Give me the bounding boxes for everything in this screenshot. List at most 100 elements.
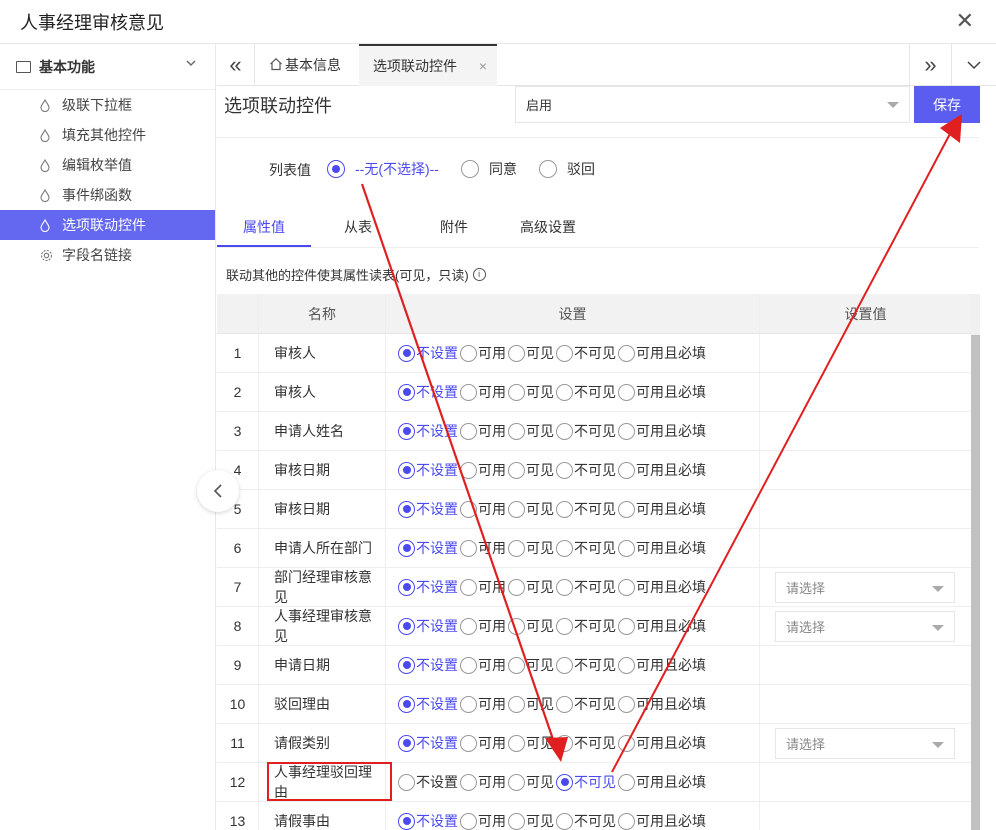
setting-radio-option[interactable]: 可用 xyxy=(460,694,508,714)
setting-radio-option[interactable]: 可用 xyxy=(460,655,508,675)
setting-radio-option[interactable]: 可用 xyxy=(460,538,508,558)
sidebar-group-basic[interactable]: 基本功能 xyxy=(0,44,215,90)
list-value-reject-radio[interactable]: 驳回 xyxy=(539,159,595,179)
setting-radio-option[interactable]: 不可见 xyxy=(556,382,618,402)
chevron-down-icon[interactable] xyxy=(185,57,197,72)
tab-close-icon[interactable]: × xyxy=(479,58,487,74)
setting-radio-option[interactable]: 可用 xyxy=(460,499,508,519)
sidebar-item[interactable]: 事件绑函数 xyxy=(0,180,215,210)
setting-radio-option[interactable]: 不可见 xyxy=(556,538,618,558)
setting-radio-option[interactable]: 可用且必填 xyxy=(618,460,708,480)
setting-radio-option[interactable]: 可用且必填 xyxy=(618,733,708,753)
subtab-advanced[interactable]: 高级设置 xyxy=(520,217,576,237)
save-button[interactable]: 保存 xyxy=(914,86,980,123)
setting-radio-option[interactable]: 不可见 xyxy=(556,421,618,441)
setting-radio-option[interactable]: 不设置 xyxy=(398,772,460,792)
setting-radio-option[interactable]: 可见 xyxy=(508,616,556,636)
linkage-table: 名称 设置 设置值 1 审核人 不设置 可用 可见 不可见 可用且必填 2 审核人 不设置 可用 可见… xyxy=(217,294,971,830)
setting-radio-option[interactable]: 可用且必填 xyxy=(618,694,708,714)
subtab-attachments[interactable]: 附件 xyxy=(440,217,468,237)
status-select[interactable]: 启用 xyxy=(515,86,910,123)
info-icon[interactable]: i xyxy=(472,268,486,281)
setting-radio-option[interactable]: 不设置 xyxy=(398,811,460,830)
setting-radio-option[interactable]: 可用且必填 xyxy=(618,577,708,597)
setting-radio-option[interactable]: 不可见 xyxy=(556,343,618,363)
tab-basic-info[interactable]: 基本信息 xyxy=(269,44,341,86)
subtab-detail-table[interactable]: 从表 xyxy=(344,217,372,237)
setting-radio-option[interactable]: 可用 xyxy=(460,811,508,830)
scroll-tabs-right-icon[interactable]: » xyxy=(909,44,951,86)
value-select[interactable]: 请选择 xyxy=(775,610,955,642)
setting-radio-option[interactable]: 不设置 xyxy=(398,538,460,558)
scroll-tabs-left-icon[interactable]: « xyxy=(217,44,255,86)
setting-radio-option[interactable]: 不可见 xyxy=(556,655,618,675)
sidebar-item[interactable]: 选项联动控件 xyxy=(0,210,215,240)
value-select[interactable]: 请选择 xyxy=(775,571,955,603)
setting-radio-option[interactable]: 不设置 xyxy=(398,343,460,363)
setting-radio-option[interactable]: 可用且必填 xyxy=(618,811,708,830)
setting-radio-option[interactable]: 可用 xyxy=(460,382,508,402)
value-select-placeholder: 请选择 xyxy=(786,619,826,635)
setting-radio-option[interactable]: 可用 xyxy=(460,772,508,792)
setting-radio-option[interactable]: 可见 xyxy=(508,733,556,753)
setting-radio-option[interactable]: 不设置 xyxy=(398,382,460,402)
setting-radio-option[interactable]: 可用 xyxy=(460,616,508,636)
setting-radio-option[interactable]: 不设置 xyxy=(398,499,460,519)
sidebar-item[interactable]: 字段名链接 xyxy=(0,240,215,270)
setting-radio-option[interactable]: 不可见 xyxy=(556,499,618,519)
setting-radio-option[interactable]: 不可见 xyxy=(556,733,618,753)
sidebar-item[interactable]: 编辑枚举值 xyxy=(0,150,215,180)
setting-radio-option[interactable]: 可见 xyxy=(508,655,556,675)
setting-radio-option[interactable]: 不设置 xyxy=(398,460,460,480)
setting-radio-option[interactable]: 可见 xyxy=(508,811,556,830)
setting-radio-option[interactable]: 不可见 xyxy=(556,811,618,830)
setting-radio-option[interactable]: 可用 xyxy=(460,343,508,363)
setting-radio-option[interactable]: 可用且必填 xyxy=(618,421,708,441)
setting-radio-option[interactable]: 可用且必填 xyxy=(618,538,708,558)
setting-radio-option[interactable]: 可用且必填 xyxy=(618,499,708,519)
setting-radio-option[interactable]: 可用且必填 xyxy=(618,616,708,636)
dropdown-arrow-icon xyxy=(887,102,899,108)
setting-radio-option[interactable]: 不可见 xyxy=(556,460,618,480)
setting-radio-option[interactable]: 可见 xyxy=(508,382,556,402)
setting-radio-option[interactable]: 可见 xyxy=(508,694,556,714)
setting-radio-option[interactable]: 可见 xyxy=(508,343,556,363)
setting-radio-option[interactable]: 不可见 xyxy=(556,577,618,597)
setting-radio-option[interactable]: 可用 xyxy=(460,460,508,480)
value-select[interactable]: 请选择 xyxy=(775,727,955,759)
setting-radio-option[interactable]: 不设置 xyxy=(398,733,460,753)
setting-radio-option[interactable]: 不可见 xyxy=(556,694,618,714)
close-icon[interactable]: ✕ xyxy=(956,8,974,34)
setting-radio-option[interactable]: 可用且必填 xyxy=(618,655,708,675)
sidebar-item[interactable]: 填充其他控件 xyxy=(0,120,215,150)
radio-unchecked-icon xyxy=(460,500,477,518)
setting-radio-option[interactable]: 可用 xyxy=(460,577,508,597)
setting-radio-option[interactable]: 不设置 xyxy=(398,421,460,441)
setting-radio-option[interactable]: 可用 xyxy=(460,421,508,441)
setting-radio-option[interactable]: 可见 xyxy=(508,499,556,519)
setting-radio-option[interactable]: 可用 xyxy=(460,733,508,753)
sidebar-item[interactable]: 级联下拉框 xyxy=(0,90,215,120)
scrollbar-thumb[interactable] xyxy=(971,335,980,830)
setting-radio-option[interactable]: 可用且必填 xyxy=(618,382,708,402)
setting-radio-option[interactable]: 可见 xyxy=(508,538,556,558)
setting-radio-option[interactable]: 可见 xyxy=(508,460,556,480)
setting-radio-option[interactable]: 可见 xyxy=(508,577,556,597)
collapse-sidebar-button[interactable] xyxy=(197,470,239,512)
setting-radio-option[interactable]: 不可见 xyxy=(556,616,618,636)
setting-radio-option[interactable]: 可用且必填 xyxy=(618,772,708,792)
setting-radio-option[interactable]: 不可见 xyxy=(556,772,618,792)
tab-option-linkage[interactable]: 选项联动控件 × xyxy=(359,44,497,86)
setting-radio-option[interactable]: 可用且必填 xyxy=(618,343,708,363)
setting-radio-option[interactable]: 不设置 xyxy=(398,577,460,597)
list-value-none-radio[interactable]: --无(不选择)-- xyxy=(327,159,439,179)
setting-radio-option[interactable]: 可见 xyxy=(508,421,556,441)
setting-radio-option[interactable]: 不设置 xyxy=(398,616,460,636)
setting-radio-option[interactable]: 可见 xyxy=(508,772,556,792)
setting-radio-label: 不可见 xyxy=(574,384,616,400)
tab-menu-chevron-icon[interactable] xyxy=(951,44,996,86)
setting-radio-option[interactable]: 不设置 xyxy=(398,655,460,675)
setting-radio-option[interactable]: 不设置 xyxy=(398,694,460,714)
list-value-agree-radio[interactable]: 同意 xyxy=(461,159,517,179)
subtab-attribute-values[interactable]: 属性值 xyxy=(243,217,285,237)
